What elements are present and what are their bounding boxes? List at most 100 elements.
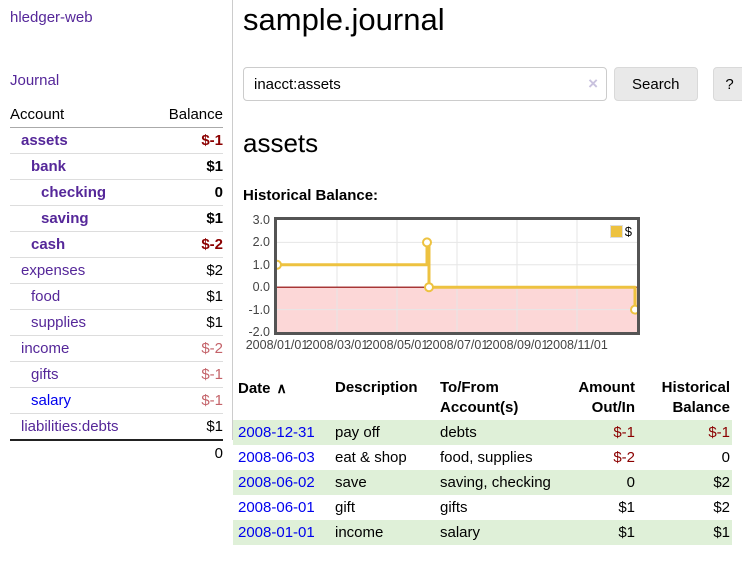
transaction-date-link[interactable]: 2008-06-03 <box>238 449 315 466</box>
transaction-accounts: saving, checking <box>435 470 555 495</box>
data-point <box>425 283 433 291</box>
account-link[interactable]: expenses <box>21 262 85 279</box>
account-link[interactable]: salary <box>31 392 71 409</box>
account-link[interactable]: assets <box>21 132 68 149</box>
transaction-accounts: food, supplies <box>435 445 555 470</box>
search-input[interactable] <box>243 67 607 101</box>
account-balance: $-2 <box>152 232 223 258</box>
main-content: sample.journal × Search ? assets Histori… <box>233 0 742 545</box>
x-tick: 2008/03/01 <box>306 338 369 352</box>
transaction-date-link[interactable]: 2008-12-31 <box>238 424 315 441</box>
account-balance: $1 <box>152 154 223 180</box>
register-header-row: Date∧ Description To/FromAccount(s) Amou… <box>233 376 732 420</box>
account-link[interactable]: saving <box>41 210 89 227</box>
transaction-accounts: debts <box>435 420 555 445</box>
register-row: 2008-06-01 gift gifts $1 $2 <box>233 495 732 520</box>
account-balance: 0 <box>152 180 223 206</box>
account-row: gifts $-1 <box>10 362 223 388</box>
account-balance: $1 <box>152 284 223 310</box>
register-row: 2008-12-31 pay off debts $-1 $-1 <box>233 420 732 445</box>
account-link[interactable]: cash <box>31 236 65 253</box>
account-link[interactable]: gifts <box>31 366 59 383</box>
account-row: expenses $2 <box>10 258 223 284</box>
transaction-description: eat & shop <box>330 445 435 470</box>
page: hledger-web Journal Account Balance asse… <box>0 0 742 545</box>
y-tick: 2.0 <box>243 234 270 250</box>
account-row: checking 0 <box>10 180 223 206</box>
account-link[interactable]: liabilities:debts <box>21 418 119 435</box>
account-row: food $1 <box>10 284 223 310</box>
account-balance: $-1 <box>152 388 223 414</box>
account-row: salary $-1 <box>10 388 223 414</box>
x-tick: 2008/05/01 <box>366 338 429 352</box>
y-tick: 1.0 <box>243 257 270 273</box>
transaction-balance: $1 <box>637 520 732 545</box>
transaction-description: gift <box>330 495 435 520</box>
col-accounts: To/FromAccount(s) <box>435 376 555 420</box>
account-link[interactable]: food <box>31 288 60 305</box>
account-balance: $-1 <box>152 128 223 154</box>
accounts-col-balance: Balance <box>152 102 223 128</box>
legend-label: $ <box>625 224 632 239</box>
col-amount: AmountOut/In <box>555 376 637 420</box>
transaction-date-link[interactable]: 2008-06-01 <box>238 499 315 516</box>
transaction-balance: 0 <box>637 445 732 470</box>
transaction-amount: $1 <box>555 495 637 520</box>
account-row: supplies $1 <box>10 310 223 336</box>
register-row: 2008-06-03 eat & shop food, supplies $-2… <box>233 445 732 470</box>
account-row: bank $1 <box>10 154 223 180</box>
col-description: Description <box>330 376 435 420</box>
account-row: income $-2 <box>10 336 223 362</box>
account-row: assets $-1 <box>10 128 223 154</box>
help-button[interactable]: ? <box>713 67 742 101</box>
search-button[interactable]: Search <box>614 67 698 101</box>
transaction-balance: $-1 <box>637 420 732 445</box>
transaction-balance: $2 <box>637 470 732 495</box>
account-link[interactable]: supplies <box>31 314 86 331</box>
account-row: cash $-2 <box>10 232 223 258</box>
transaction-date-link[interactable]: 2008-06-02 <box>238 474 315 491</box>
account-link[interactable]: income <box>21 340 69 357</box>
account-title: assets <box>243 128 742 159</box>
account-balance: $2 <box>152 258 223 284</box>
y-tick: -1.0 <box>243 302 270 318</box>
accounts-total: 0 <box>152 440 223 466</box>
chart-canvas <box>277 220 637 332</box>
account-balance: $-1 <box>152 362 223 388</box>
clear-search-icon[interactable]: × <box>588 74 598 93</box>
col-date: Date∧ <box>233 376 330 420</box>
accounts-col-account: Account <box>10 102 152 128</box>
y-tick: 3.0 <box>243 212 270 228</box>
col-historical: HistoricalBalance <box>637 376 732 420</box>
account-link[interactable]: bank <box>31 158 66 175</box>
account-row: saving $1 <box>10 206 223 232</box>
chart-legend: $ <box>610 224 632 239</box>
data-point <box>631 306 637 314</box>
register-table: Date∧ Description To/FromAccount(s) Amou… <box>233 376 732 545</box>
transaction-balance: $2 <box>637 495 732 520</box>
sort-asc-icon: ∧ <box>277 380 287 396</box>
sidebar-item-journal[interactable]: Journal <box>10 72 59 89</box>
legend-swatch <box>610 225 623 238</box>
accounts-total-row: 0 <box>10 440 223 466</box>
x-tick: 2008/09/01 <box>486 338 549 352</box>
transaction-date-link[interactable]: 2008-01-01 <box>238 524 315 541</box>
transaction-accounts: salary <box>435 520 555 545</box>
register-row: 2008-06-02 save saving, checking 0 $2 <box>233 470 732 495</box>
transaction-amount: $-1 <box>555 420 637 445</box>
x-tick: 2008/11/01 <box>546 338 608 352</box>
brand-link[interactable]: hledger-web <box>10 9 93 26</box>
transaction-description: pay off <box>330 420 435 445</box>
account-balance: $-2 <box>152 336 223 362</box>
sidebar: hledger-web Journal Account Balance asse… <box>0 0 233 440</box>
accounts-table: Account Balance assets $-1 bank $1 check… <box>10 102 223 466</box>
search-form: × Search ? <box>243 67 742 101</box>
balance-chart: 3.0 2.0 1.0 0.0 -1.0 -2.0 <box>243 214 645 360</box>
historical-balance-label: Historical Balance: <box>243 187 742 204</box>
data-point <box>423 238 431 246</box>
plot-area: $ <box>274 217 640 335</box>
transaction-accounts: gifts <box>435 495 555 520</box>
account-balance: $1 <box>152 414 223 441</box>
account-link[interactable]: checking <box>41 184 106 201</box>
register-row: 2008-01-01 income salary $1 $1 <box>233 520 732 545</box>
